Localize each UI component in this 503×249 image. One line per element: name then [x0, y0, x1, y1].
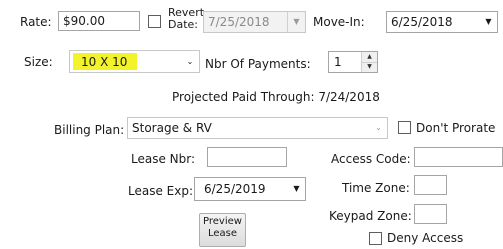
size-select[interactable]: 10 X 10 ⌄ — [69, 50, 200, 73]
chevron-down-icon[interactable]: ▼ — [480, 12, 497, 32]
size-value: 10 X 10 — [81, 55, 128, 69]
keypad-zone-field[interactable] — [414, 204, 447, 224]
access-code-field[interactable] — [414, 147, 503, 167]
billing-plan-value: Storage & RV — [132, 121, 212, 135]
revert-date-checkbox[interactable] — [148, 15, 161, 28]
chevron-down-icon[interactable]: ▼ — [287, 12, 305, 32]
access-code-label: Access Code: — [331, 152, 411, 166]
preview-lease-label-line1: Preview — [203, 216, 242, 227]
move-in-value: 6/25/2018 — [391, 15, 453, 29]
lease-nbr-field[interactable] — [207, 147, 287, 167]
rate-label: Rate: — [20, 15, 52, 29]
billing-plan-label: Billing Plan: — [54, 123, 125, 137]
lease-exp-date-picker[interactable]: 6/25/2019 ▼ — [194, 177, 306, 201]
spin-down-icon[interactable]: ▼ — [362, 61, 377, 73]
chevron-down-icon[interactable]: ⌄ — [181, 51, 199, 72]
chevron-down-icon[interactable]: ▼ — [288, 178, 305, 200]
spin-up-icon[interactable]: ▲ — [362, 52, 377, 62]
lease-exp-value: 6/25/2019 — [204, 182, 266, 196]
size-label: Size: — [24, 55, 53, 69]
deny-access-checkbox[interactable] — [369, 232, 382, 245]
dont-prorate-checkbox[interactable] — [398, 121, 411, 134]
move-in-date-picker[interactable]: 6/25/2018 ▼ — [386, 11, 498, 33]
keypad-zone-label: Keypad Zone: — [329, 209, 412, 223]
preview-lease-button[interactable]: Preview Lease — [199, 213, 246, 247]
time-zone-label: Time Zone: — [342, 181, 410, 195]
preview-lease-label-line2: Lease — [207, 228, 238, 239]
payments-value: 1 — [334, 55, 342, 69]
chevron-down-icon[interactable]: ⌄ — [370, 118, 387, 138]
move-in-label: Move-In: — [313, 15, 365, 29]
rate-field[interactable]: $90.00 — [58, 11, 140, 31]
payments-stepper[interactable]: 1 ▲ ▼ — [328, 51, 378, 73]
lease-exp-label: Lease Exp: — [128, 184, 194, 198]
revert-date-picker[interactable]: 7/25/2018 ▼ — [203, 11, 306, 33]
deny-access-label: Deny Access — [387, 231, 464, 245]
revert-label-line2: Date: — [168, 18, 198, 31]
time-zone-field[interactable] — [414, 175, 447, 195]
lease-nbr-label: Lease Nbr: — [131, 152, 196, 166]
dont-prorate-label: Don't Prorate — [416, 121, 496, 135]
projected-paid-through: Projected Paid Through: 7/24/2018 — [172, 90, 380, 104]
revert-date-value: 7/25/2018 — [208, 15, 270, 29]
payments-label: Nbr Of Payments: — [205, 57, 311, 71]
billing-plan-select[interactable]: Storage & RV ⌄ — [127, 117, 388, 139]
